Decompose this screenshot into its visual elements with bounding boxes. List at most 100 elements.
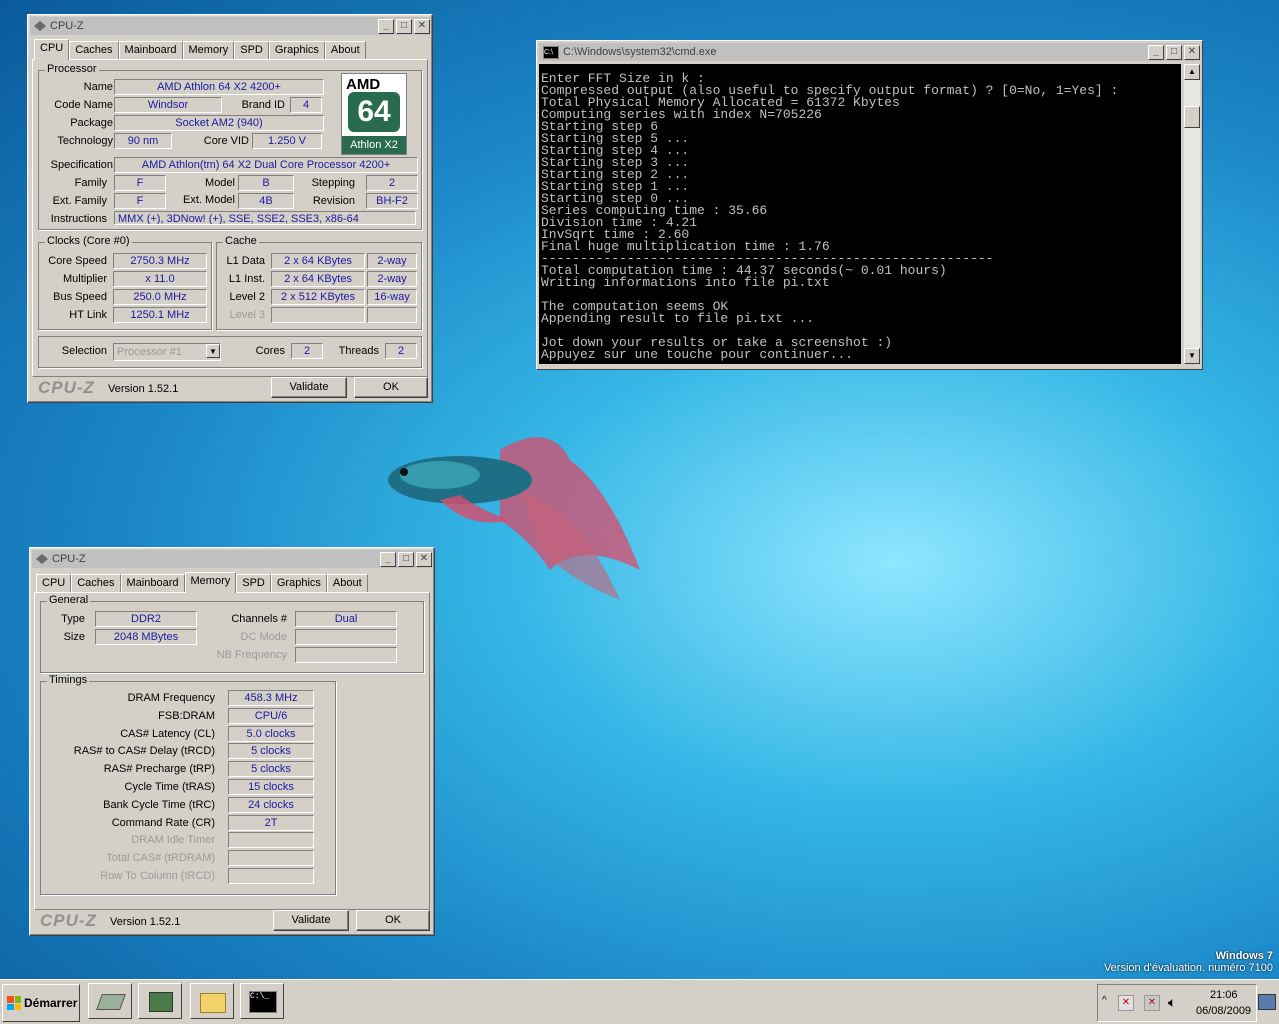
window-title: CPU-Z [50, 20, 84, 32]
selection-row: Selection Processor #1 ▼ Cores 2 Threads… [38, 336, 422, 368]
titlebar[interactable]: CPU-Z _ □ ✕ [30, 17, 430, 35]
maximize-button[interactable]: □ [1166, 44, 1182, 60]
group-label: Cache [223, 235, 259, 247]
show-desktop-icon[interactable] [1258, 994, 1276, 1010]
tab-spd[interactable]: SPD [234, 41, 269, 59]
clock-time[interactable]: 21:06 [1210, 989, 1238, 1001]
taskbar-cpuz-icon[interactable] [138, 983, 182, 1019]
name-label: Name [83, 81, 113, 93]
clock-date[interactable]: 06/08/2009 [1196, 1005, 1251, 1017]
tab-mainboard[interactable]: Mainboard [118, 41, 183, 59]
minimize-button[interactable]: _ [1148, 44, 1164, 60]
timing-label: FSB:DRAM [158, 709, 215, 722]
volume-icon[interactable]: 🔈︎ [1168, 994, 1176, 1011]
codename-value: Windsor [114, 97, 222, 113]
logo-brand: AMD [346, 76, 381, 93]
selection-label: Selection [61, 345, 107, 357]
ok-button[interactable]: OK [354, 377, 428, 398]
cpuz-logo: CPU-Z [38, 378, 95, 397]
tab-graphics[interactable]: Graphics [270, 574, 327, 592]
timings-group: Timings DRAM Frequency 458.3 MHz FSB:DRAM C… [40, 674, 336, 895]
tab-mainboard[interactable]: Mainboard [120, 574, 185, 592]
cpuz-logo: CPU-Z [40, 911, 97, 930]
tab-memory[interactable]: Memory [182, 41, 235, 59]
maximize-button[interactable]: □ [398, 551, 414, 567]
timing-label: Cycle Time (tRAS) [124, 781, 215, 793]
processor-select[interactable]: Processor #1 ▼ [113, 343, 221, 361]
start-button[interactable]: Démarrer [2, 984, 80, 1022]
taskbar-cmd-icon[interactable]: C:\_ [240, 983, 284, 1019]
tab-caches[interactable]: Caches [69, 41, 119, 59]
network-icon[interactable]: ✕ [1144, 995, 1160, 1011]
busspeed-label: Bus Speed [53, 291, 107, 303]
logo-product: Athlon X2 [342, 136, 406, 154]
minimize-button[interactable]: _ [378, 18, 394, 34]
level3-label: Level 3 [229, 309, 265, 321]
model-label: Model [205, 177, 235, 189]
amd-athlon64x2-logo: AMD 64 Athlon X2 [341, 73, 407, 155]
watermark-title: Windows 7 [1215, 950, 1273, 962]
titlebar[interactable]: CPU-Z _ □ ✕ [32, 550, 432, 568]
size-value: 2048 MBytes [95, 629, 197, 645]
tab-panel: Processor Name AMD Athlon 64 X2 4200+ Co… [32, 59, 428, 377]
tab-cpu[interactable]: CPU [34, 39, 70, 60]
tab-caches[interactable]: Caches [71, 574, 121, 592]
action-center-icon[interactable]: ✕ [1118, 995, 1134, 1011]
titlebar[interactable]: C:\ C:\Windows\system32\cmd.exe _ □ ✕ [539, 43, 1200, 61]
scroll-up-icon[interactable]: ▲ [1184, 64, 1200, 80]
corevid-label: Core VID [203, 135, 249, 147]
timing-value: 24 clocks [228, 796, 314, 813]
validate-button[interactable]: Validate [273, 910, 349, 931]
timing-label: Bank Cycle Time (tRC) [103, 798, 215, 811]
dcmode-label: DC Mode [240, 631, 287, 643]
tab-graphics[interactable]: Graphics [268, 41, 325, 59]
validate-button[interactable]: Validate [271, 377, 347, 398]
spec-value: AMD Athlon(tm) 64 X2 Dual Core Processor… [114, 157, 418, 173]
extmodel-label: Ext. Model [183, 194, 235, 206]
close-button[interactable]: ✕ [414, 18, 430, 34]
console-output[interactable]: Enter FFT Size in k : Compressed output (… [539, 64, 1181, 364]
l1data-assoc: 2-way [367, 253, 417, 269]
corespeed-label: Core Speed [48, 255, 107, 267]
show-hidden-icons-icon[interactable]: ^ [1102, 995, 1107, 1006]
quicklaunch-desktop-icon[interactable] [88, 983, 132, 1019]
close-button[interactable]: ✕ [416, 551, 432, 567]
scroll-thumb[interactable] [1184, 106, 1200, 128]
tab-cpu[interactable]: CPU [36, 574, 72, 592]
spec-label: Specification [50, 159, 113, 171]
tab-about[interactable]: About [326, 574, 368, 592]
cpuz-app-icon [36, 554, 48, 564]
timing-label: Total CAS# (tRDRAM) [106, 852, 215, 865]
window-title: CPU-Z [52, 553, 86, 565]
family-label: Family [74, 177, 107, 189]
corespeed-value: 2750.3 MHz [113, 253, 207, 269]
corevid-value: 1.250 V [252, 133, 322, 149]
system-tray: ^ ✕ ✕ 🔈︎ 21:06 06/08/2009 [1097, 984, 1257, 1022]
nbfreq-label: NB Frequency [216, 649, 287, 661]
stepping-value: 2 [366, 175, 418, 191]
chevron-down-icon[interactable]: ▼ [206, 344, 220, 358]
revision-value: BH-F2 [366, 193, 418, 209]
htlink-value: 1250.1 MHz [113, 307, 207, 323]
multiplier-value: x 11.0 [113, 271, 207, 287]
tab-memory[interactable]: Memory [184, 572, 237, 593]
taskbar: Démarrer C:\_ ^ ✕ ✕ 🔈︎ 21:06 06/08/2009 [0, 979, 1279, 1024]
vertical-scrollbar[interactable]: ▲ ▼ [1184, 64, 1200, 364]
maximize-button[interactable]: □ [396, 18, 412, 34]
close-button[interactable]: ✕ [1184, 44, 1200, 60]
watermark-build: Version d'évaluation. numéro 7100 [1103, 962, 1273, 974]
level3-assoc [367, 307, 417, 323]
taskbar-explorer-icon[interactable] [190, 983, 234, 1019]
console-line: Writing informations into file pi.txt [541, 275, 830, 290]
tab-about[interactable]: About [324, 41, 366, 59]
ok-button[interactable]: OK [356, 910, 430, 931]
htlink-label: HT Link [69, 309, 107, 321]
logo-number: 64 [348, 92, 400, 132]
busspeed-value: 250.0 MHz [113, 289, 207, 305]
scroll-down-icon[interactable]: ▼ [1184, 348, 1200, 364]
level2-assoc: 16-way [367, 289, 417, 305]
minimize-button[interactable]: _ [380, 551, 396, 567]
timing-value [228, 868, 314, 884]
technology-value: 90 nm [114, 133, 172, 149]
tab-spd[interactable]: SPD [236, 574, 271, 592]
